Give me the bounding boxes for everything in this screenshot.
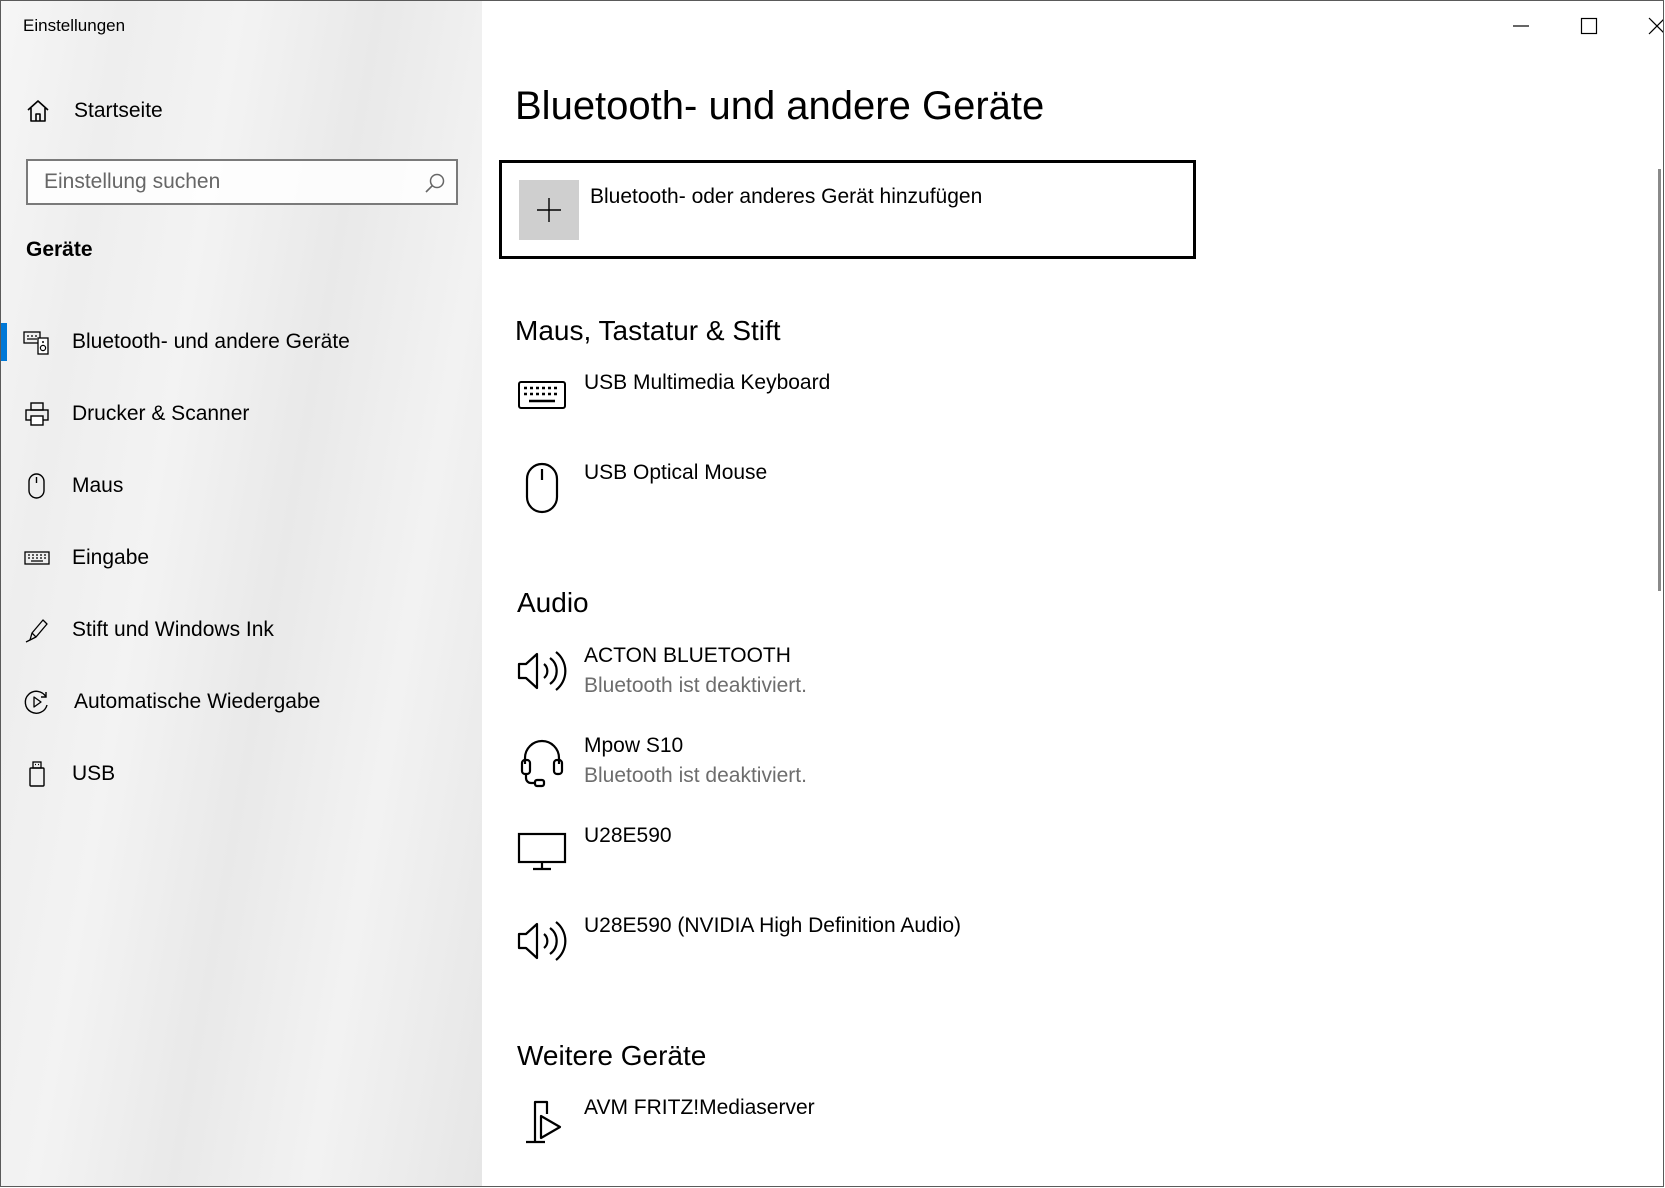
monitor-icon — [517, 832, 567, 871]
headset-icon — [520, 739, 564, 788]
device-name: USB Multimedia Keyboard — [584, 371, 831, 394]
device-item[interactable]: AVM FRITZ!Mediaserver — [515, 1096, 1415, 1180]
home-icon — [27, 100, 49, 122]
settings-window: Einstellungen Startseite Geräte — [0, 0, 1664, 1187]
add-device-button[interactable]: Bluetooth- oder anderes Gerät hinzufügen — [499, 160, 1196, 259]
sidebar-item-label: Automatische Wiedergabe — [74, 690, 321, 713]
printer-icon — [25, 402, 49, 426]
group-title-other-devices: Weitere Geräte — [517, 1040, 707, 1071]
home-link[interactable]: Startseite — [25, 95, 163, 127]
device-name: ACTON BLUETOOTH — [584, 644, 791, 667]
add-device-label: Bluetooth- oder anderes Gerät hinzufügen — [590, 185, 983, 208]
device-item[interactable]: USB Multimedia Keyboard — [515, 371, 1415, 455]
device-name: U28E590 — [584, 824, 672, 847]
sidebar-item-autoplay[interactable]: Automatische Wiedergabe — [1, 666, 482, 738]
maximize-button[interactable] — [1555, 1, 1623, 51]
device-item[interactable]: U28E590 — [515, 824, 1415, 908]
group-title-input-devices: Maus, Tastatur & Stift — [515, 315, 781, 346]
app-title: Einstellungen — [23, 16, 126, 35]
mouse-icon — [525, 462, 559, 514]
sidebar: Einstellungen Startseite Geräte — [1, 1, 482, 1186]
mouse-icon — [28, 473, 45, 499]
pen-icon — [25, 619, 48, 643]
add-tile — [519, 180, 579, 240]
sidebar-item-printers[interactable]: Drucker & Scanner — [1, 378, 482, 450]
speaker-icon — [517, 651, 567, 691]
keyboard-icon — [24, 551, 50, 565]
device-name: Mpow S10 — [584, 734, 684, 757]
close-icon — [1648, 17, 1663, 35]
sidebar-item-label: Drucker & Scanner — [72, 402, 250, 425]
speaker-icon — [517, 921, 567, 961]
device-name: AVM FRITZ!Mediaserver — [584, 1096, 815, 1119]
sidebar-item-label: Stift und Windows Ink — [72, 618, 274, 641]
sidebar-item-label: Bluetooth- und andere Geräte — [72, 330, 350, 353]
active-indicator — [1, 323, 7, 361]
search-input[interactable] — [28, 161, 424, 203]
page-title: Bluetooth- und andere Geräte — [515, 84, 1045, 128]
device-item[interactable]: ACTON BLUETOOTH Bluetooth ist deaktivier… — [515, 644, 1415, 728]
device-item[interactable]: USB Optical Mouse — [515, 461, 1415, 545]
device-status: Bluetooth ist deaktiviert. — [584, 674, 807, 697]
device-status: Bluetooth ist deaktiviert. — [584, 764, 807, 787]
devices-icon — [23, 331, 49, 355]
main-content: Bluetooth- und andere Geräte Bluetooth- … — [482, 1, 1663, 1186]
minimize-button[interactable] — [1487, 1, 1555, 51]
close-button[interactable] — [1623, 1, 1663, 51]
minimize-icon — [1513, 25, 1529, 27]
sidebar-item-label: USB — [72, 762, 116, 785]
media-server-icon — [526, 1100, 562, 1144]
home-label: Startseite — [74, 99, 163, 122]
keyboard-icon — [518, 381, 566, 409]
device-item[interactable]: Mpow S10 Bluetooth ist deaktiviert. — [515, 734, 1415, 818]
search-box[interactable] — [26, 159, 458, 205]
device-name: U28E590 (NVIDIA High Definition Audio) — [584, 914, 962, 937]
device-item[interactable]: U28E590 (NVIDIA High Definition Audio) — [515, 914, 1415, 998]
scrollbar[interactable] — [1658, 169, 1661, 591]
device-name: USB Optical Mouse — [584, 461, 768, 484]
sidebar-item-label: Eingabe — [72, 546, 150, 569]
sidebar-item-label: Maus — [72, 474, 124, 497]
maximize-icon — [1580, 17, 1598, 35]
sidebar-item-mouse[interactable]: Maus — [1, 450, 482, 522]
usb-icon — [29, 761, 45, 787]
sidebar-item-bluetooth[interactable]: Bluetooth- und andere Geräte — [1, 306, 482, 378]
sidebar-nav: Bluetooth- und andere Geräte Drucker & S… — [1, 306, 482, 810]
plus-icon — [537, 198, 561, 222]
section-label: Geräte — [26, 238, 93, 261]
sidebar-item-typing[interactable]: Eingabe — [1, 522, 482, 594]
sidebar-item-usb[interactable]: USB — [1, 738, 482, 810]
autoplay-icon — [24, 690, 48, 714]
search-icon[interactable] — [424, 172, 446, 194]
group-title-audio: Audio — [517, 587, 589, 618]
sidebar-item-pen[interactable]: Stift und Windows Ink — [1, 594, 482, 666]
